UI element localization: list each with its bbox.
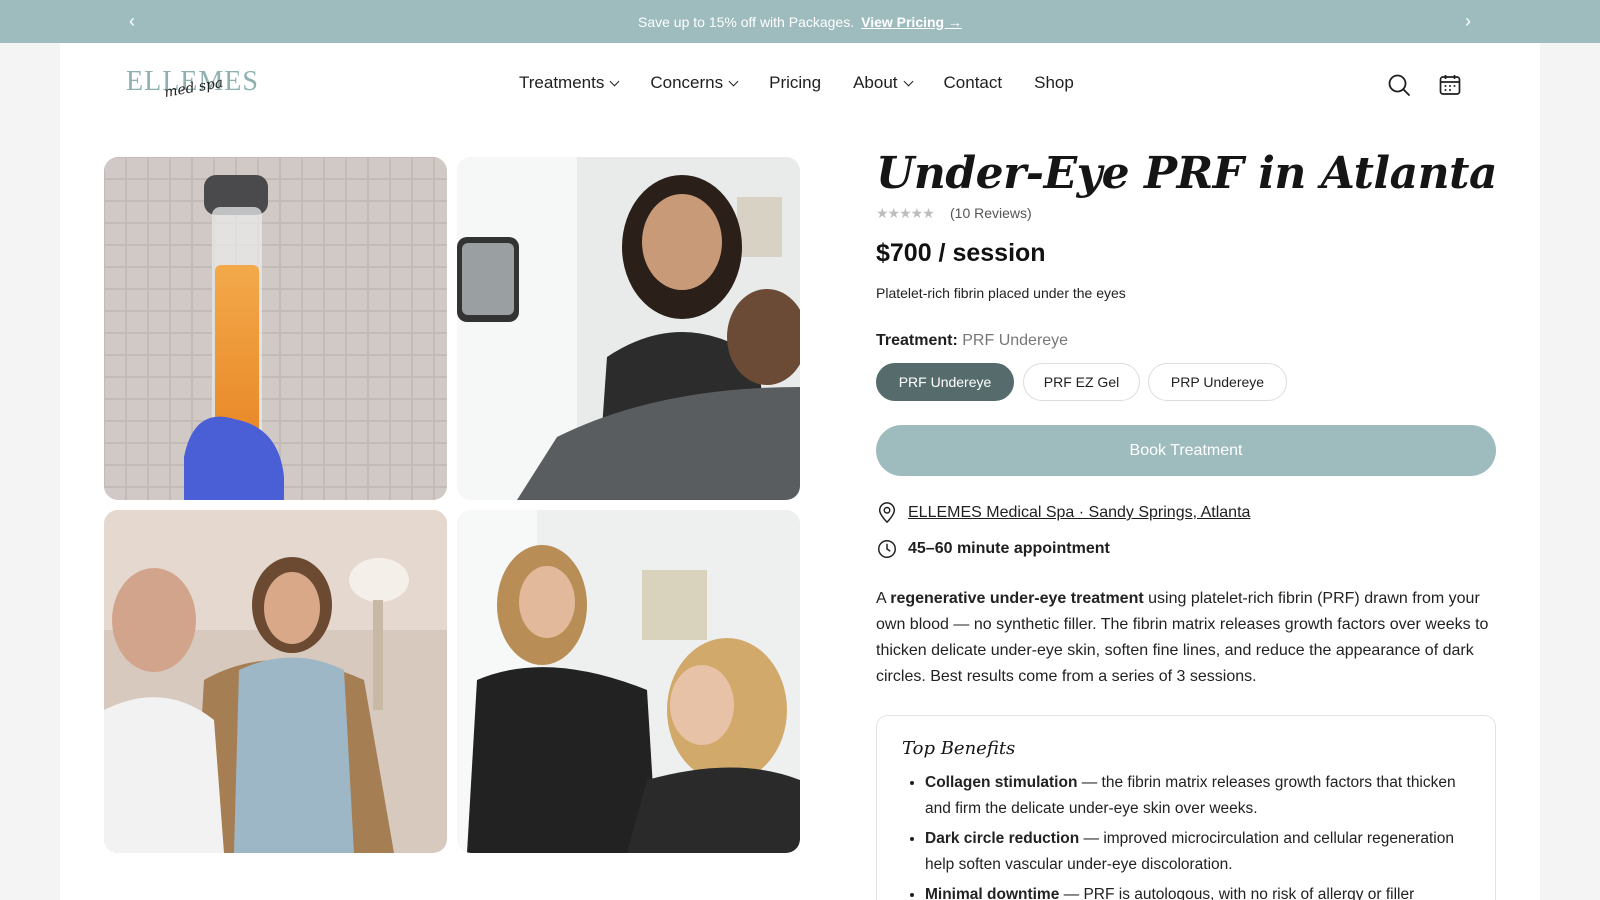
desc-prefix: A [876,590,891,607]
treatment-description: A regenerative under-eye treatment using… [876,586,1496,690]
nav-label: Shop [1034,73,1074,92]
treatment-label-key: Treatment: [876,332,958,349]
chevron-down-icon [903,76,913,86]
nav-item-contact[interactable]: Contact [944,73,1003,93]
option-prf-undereye[interactable]: PRF Undereye [876,363,1014,401]
nav-label: Pricing [769,73,822,92]
rating-stars: ★★★★★ [876,205,935,221]
benefit-title: Dark circle reduction [925,830,1080,847]
duration-row: 45–60 minute appointment [876,538,1110,560]
nav-item-treatments[interactable]: Treatments [519,73,620,93]
benefit-title: Collagen stimulation [925,774,1078,791]
list-item: Collagen stimulation — the fibrin matrix… [925,770,1475,822]
announcement-bar: ‹ Save up to 15% off with Packages. View… [0,0,1600,43]
map-pin-icon [878,502,896,524]
list-item: Minimal downtime — PRF is autologous, wi… [925,882,1475,900]
price: $700 / session [876,239,1046,267]
benefits-card: Top Benefits Collagen stimulation — the … [876,715,1496,900]
main-nav: Treatments Concerns Pricing About Contac… [519,73,1074,93]
chevron-down-icon [609,76,620,86]
page-title: Under-Eye PRF in Atlanta [876,148,1497,199]
benefits-heading: Top Benefits [902,738,1016,759]
consultation-chat-photo[interactable] [104,510,447,853]
announcement-text: Save up to 15% off with Packages. [638,13,855,30]
chevron-left-icon[interactable]: ‹ [122,11,142,31]
location-link[interactable]: ELLEMES Medical Spa · Sandy Springs, Atl… [908,504,1250,522]
duration-text: 45–60 minute appointment [908,540,1110,557]
face-exam-photo[interactable] [457,510,800,853]
clock-icon [878,540,896,558]
nav-item-about[interactable]: About [853,73,913,93]
nav-label: Concerns [650,73,724,92]
calendar-icon[interactable] [1438,73,1462,97]
option-prf-ez-gel[interactable]: PRF EZ Gel [1023,363,1140,401]
nav-item-pricing[interactable]: Pricing [769,73,821,93]
benefit-text: — PRF is autologous, with no risk of all… [1059,886,1415,900]
book-treatment-button[interactable]: Book Treatment [876,425,1496,476]
treatment-label-value: PRF Undereye [962,332,1069,349]
nav-item-concerns[interactable]: Concerns [650,73,739,93]
product-subtitle: Platelet-rich fibrin placed under the ey… [876,285,1126,301]
list-item: Dark circle reduction — improved microci… [925,826,1475,878]
nav-label: Contact [943,73,1003,92]
nav-item-shop[interactable]: Shop [1034,73,1074,93]
search-icon[interactable] [1387,73,1411,97]
view-pricing-link[interactable]: View Pricing → [861,14,962,30]
benefits-list: Collagen stimulation — the fibrin matrix… [925,770,1475,900]
nav-label: Treatments [519,73,605,92]
location-row: ELLEMES Medical Spa · Sandy Springs, Atl… [876,502,1250,524]
treatment-label: Treatment: PRF Undereye [876,332,1068,350]
reviews-count-link[interactable]: (10 Reviews) [950,205,1032,221]
brand-logo[interactable]: ELLEMES med spa [126,66,258,102]
desc-bold: regenerative under-eye treatment [890,590,1144,607]
nav-label: About [853,73,898,92]
benefit-title: Minimal downtime [925,886,1060,900]
prf-tube-photo[interactable] [104,157,447,500]
chevron-right-icon[interactable]: › [1458,11,1478,31]
option-prp-undereye[interactable]: PRP Undereye [1148,363,1287,401]
mirror-consult-photo[interactable] [457,157,800,500]
chevron-down-icon [728,76,739,86]
